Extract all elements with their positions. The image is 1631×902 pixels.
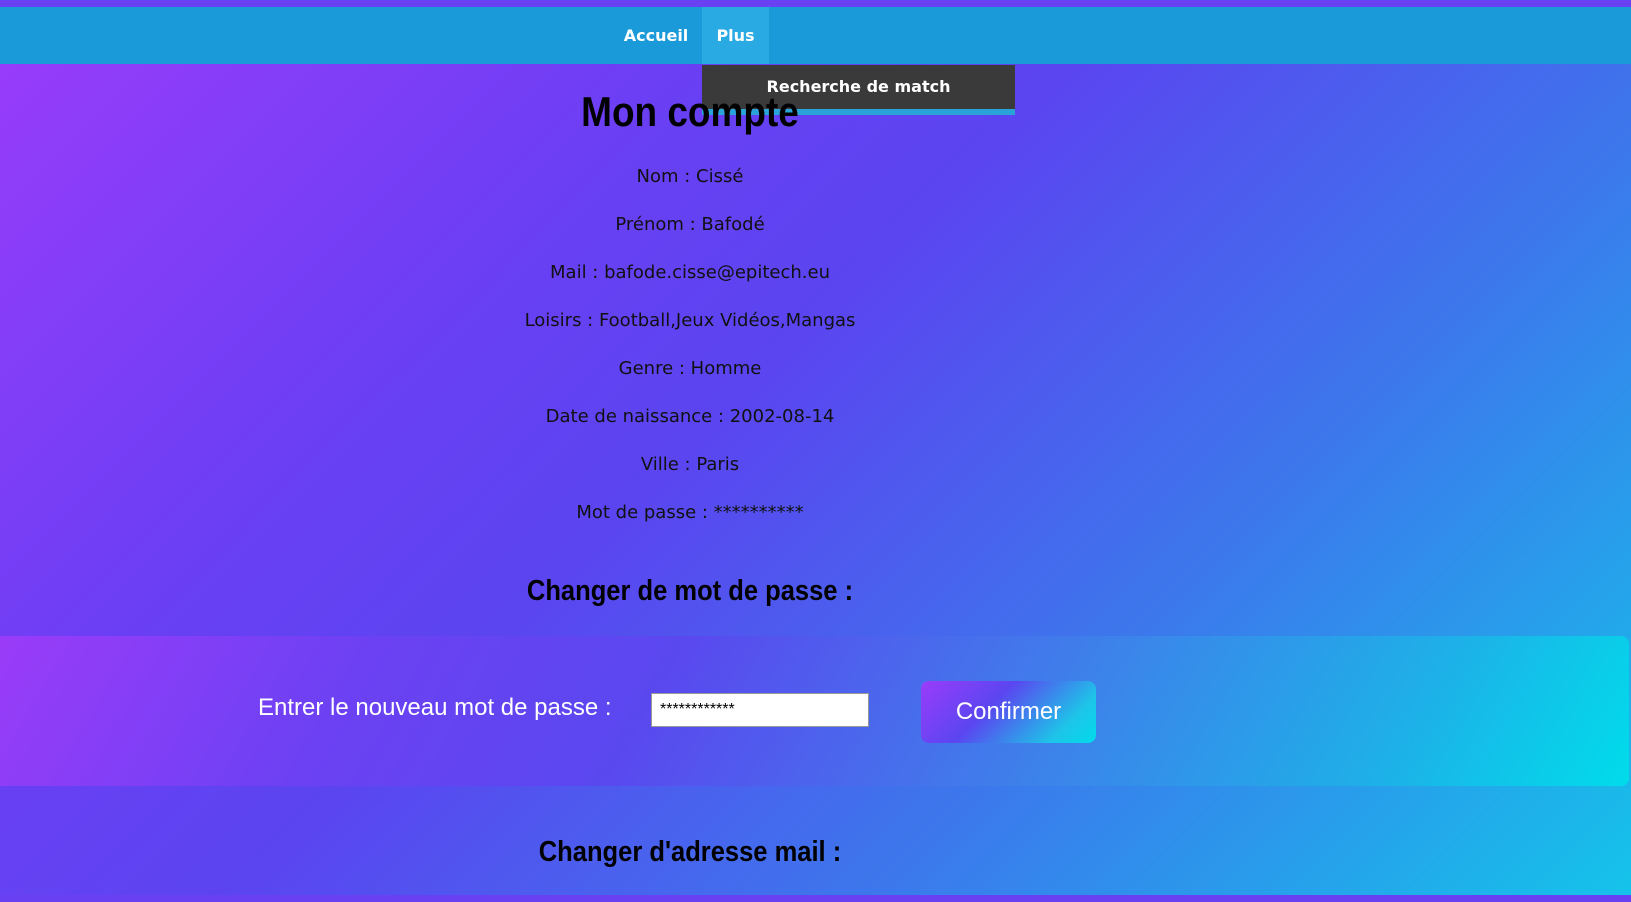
nav-accueil-link[interactable]: Accueil — [612, 7, 700, 64]
change-email-heading: Changer d'adresse mail : — [538, 836, 842, 868]
page-title: Mon compte — [581, 88, 799, 135]
account-mail: Mail : bafode.cisse@epitech.eu — [550, 262, 830, 283]
account-date-naissance: Date de naissance : 2002-08-14 — [545, 406, 835, 427]
account-ville: Ville : Paris — [640, 454, 740, 475]
account-prenom: Prénom : Bafodé — [615, 214, 765, 235]
confirm-button[interactable]: Confirmer — [921, 681, 1096, 743]
new-password-input[interactable] — [651, 693, 869, 727]
bottom-strip — [0, 895, 1631, 902]
new-password-label: Entrer le nouveau mot de passe : — [258, 694, 612, 721]
top-strip — [0, 0, 1631, 7]
nav-plus-link[interactable]: Plus — [702, 7, 769, 64]
change-password-panel: Entrer le nouveau mot de passe : Confirm… — [0, 636, 1629, 786]
account-genre: Genre : Homme — [618, 358, 762, 379]
change-password-heading: Changer de mot de passe : — [526, 575, 854, 607]
account-nom: Nom : Cissé — [636, 166, 744, 187]
account-mot-de-passe: Mot de passe : ********** — [576, 502, 804, 523]
account-loisirs: Loisirs : Football,Jeux Vidéos,Mangas — [524, 310, 856, 331]
navbar: Accueil Plus — [0, 7, 1631, 64]
